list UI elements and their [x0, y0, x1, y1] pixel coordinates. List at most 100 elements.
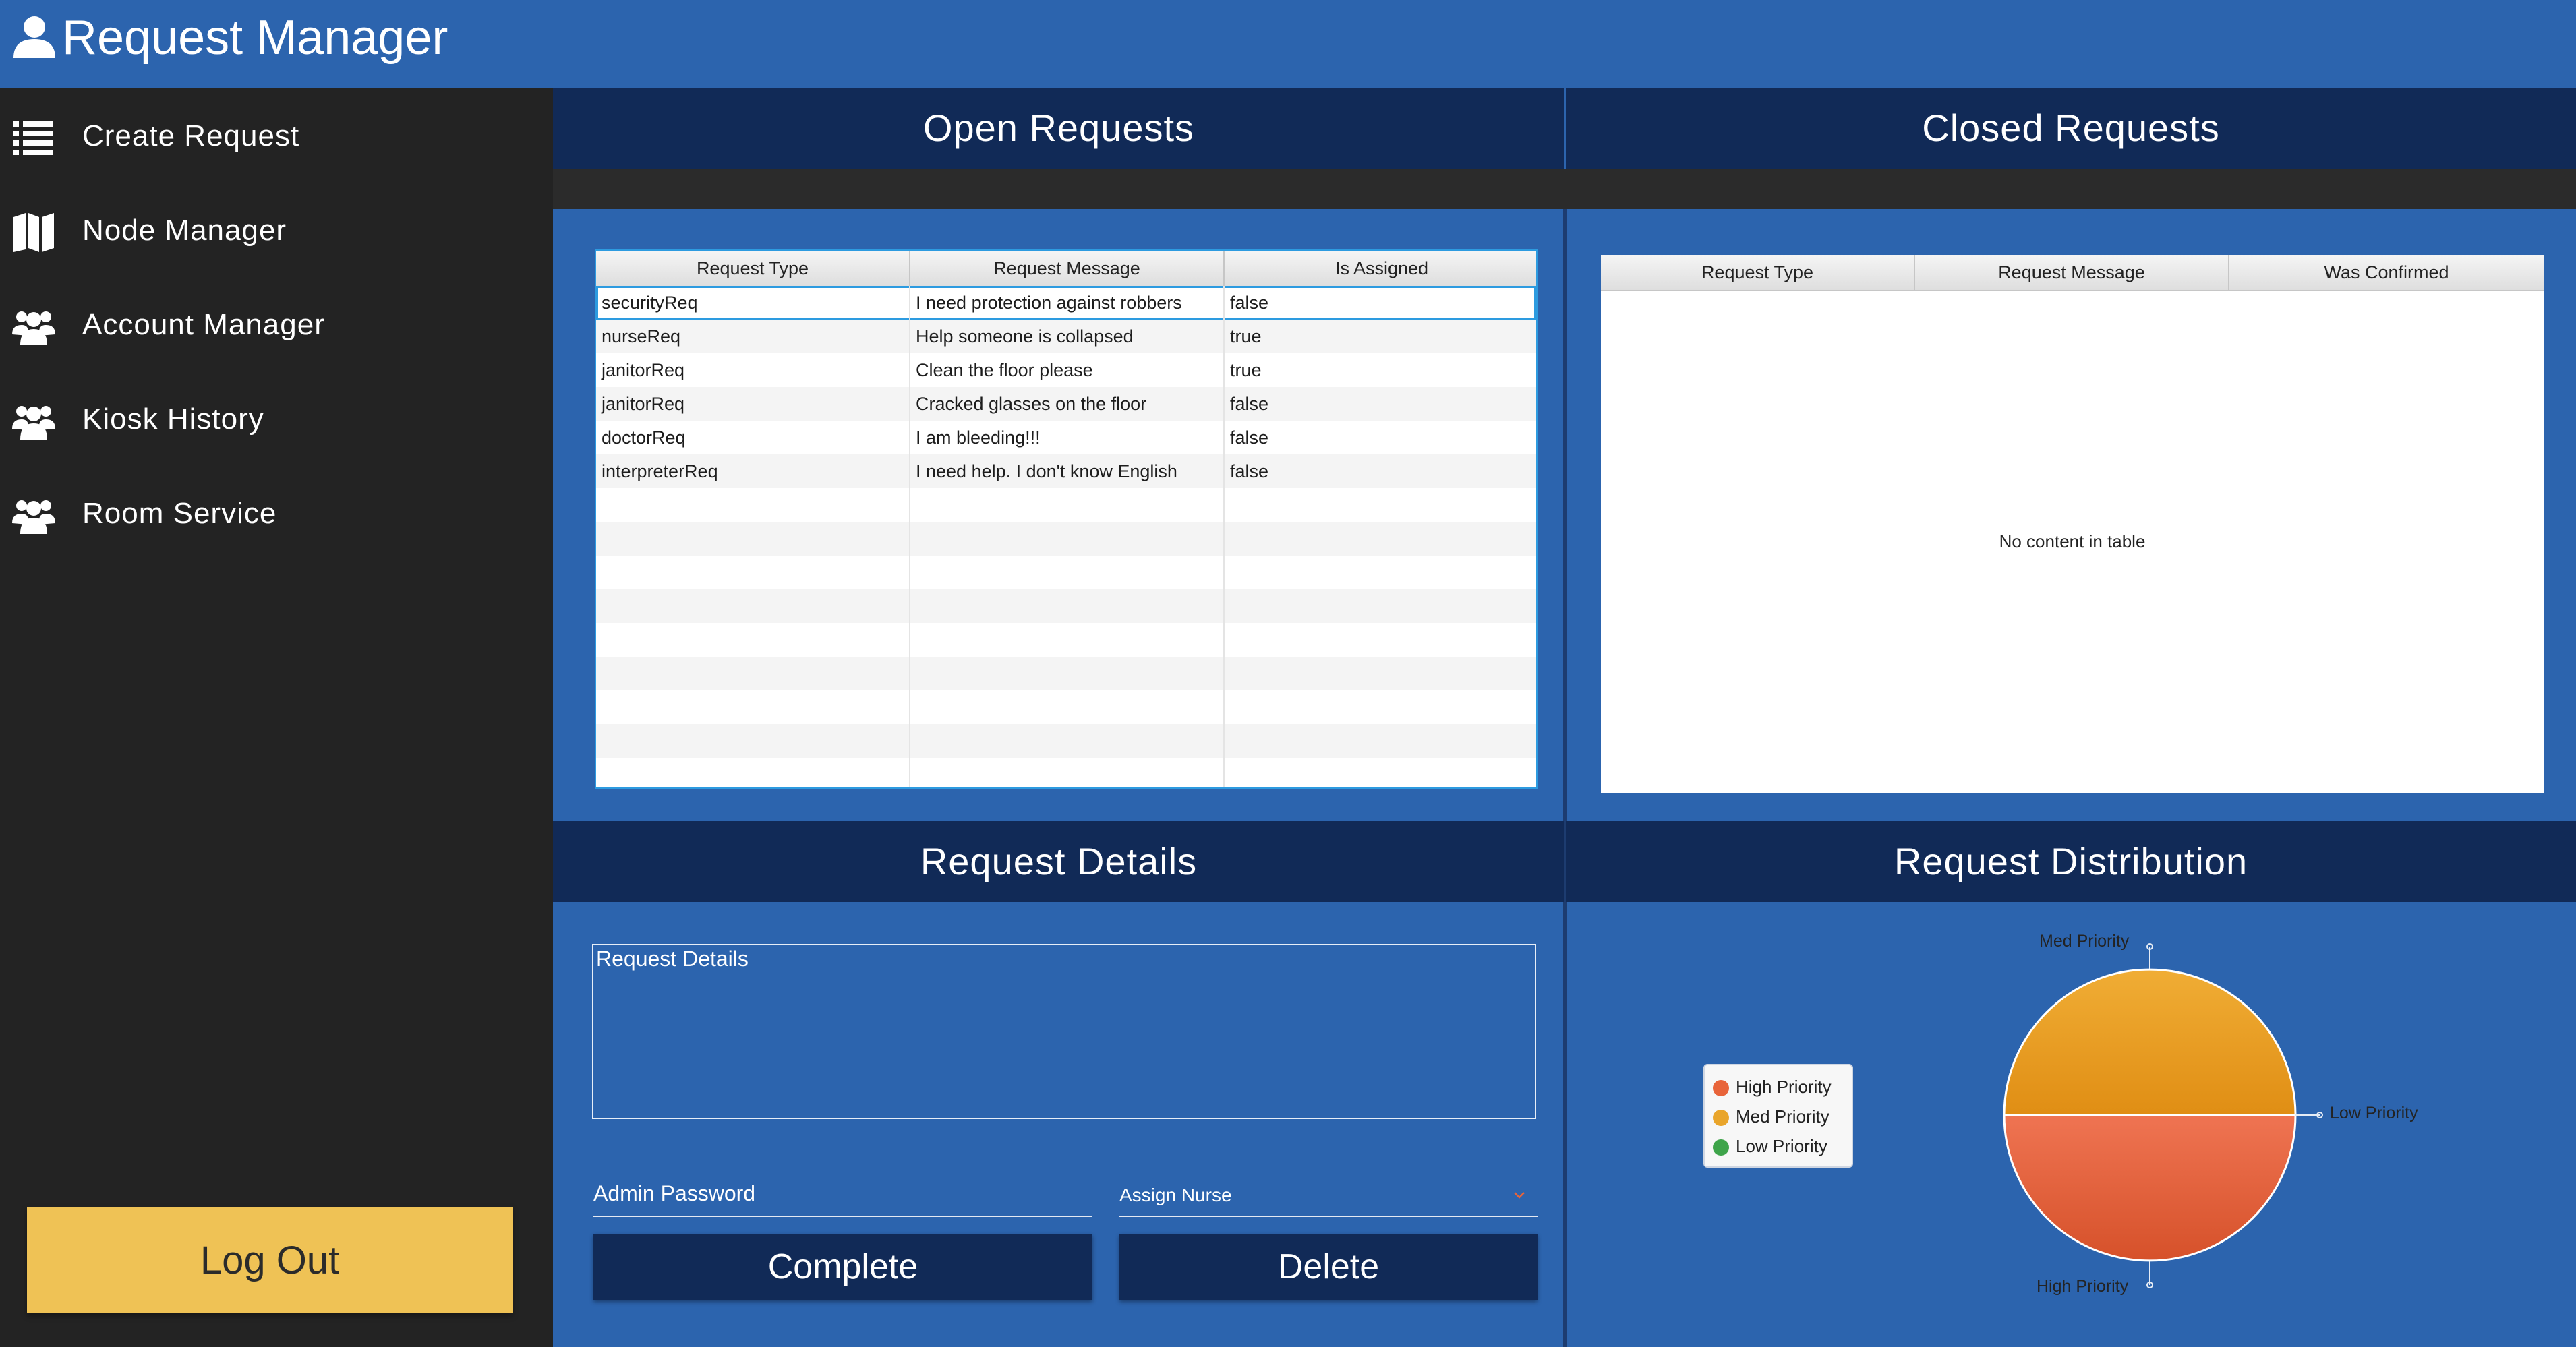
sidebar-item-label: Create Request: [82, 119, 300, 152]
table-cell: [596, 623, 910, 657]
table-cell: [910, 690, 1225, 724]
table-row[interactable]: [596, 623, 1536, 657]
table-cell: [1225, 522, 1536, 556]
pie-slice-high-priority[interactable]: [2003, 1114, 2297, 1262]
delete-button[interactable]: Delete: [1119, 1234, 1538, 1300]
sidebar-item-node-manager[interactable]: Node Manager: [0, 190, 553, 271]
column-header[interactable]: Request Type: [596, 251, 910, 286]
request-details-textarea[interactable]: Request Details: [592, 944, 1536, 1119]
legend-item-low: Low Priority: [1713, 1133, 1827, 1160]
sidebar-item-account-manager[interactable]: Account Manager: [0, 285, 553, 365]
table-row[interactable]: [596, 758, 1536, 787]
table-row[interactable]: [596, 488, 1536, 522]
table-cell: [1225, 623, 1536, 657]
table-cell: [1225, 758, 1536, 787]
table-cell: securityReq: [596, 286, 910, 320]
table-cell: interpreterReq: [596, 454, 910, 488]
table-cell: false: [1230, 427, 1269, 448]
table-cell: Clean the floor please: [910, 353, 1225, 387]
column-header[interactable]: Was Confirmed: [2229, 255, 2544, 290]
sidebar-item-label: Node Manager: [82, 214, 287, 247]
pie-label-low: Low Priority: [2330, 1104, 2418, 1122]
map-icon: [13, 213, 54, 252]
app-header: Request Manager: [0, 0, 2576, 88]
sidebar-item-room-service[interactable]: Room Service: [0, 473, 553, 554]
table-cell: true: [1230, 360, 1262, 380]
table-row[interactable]: securityReq I need protection against rob…: [596, 286, 1536, 320]
field-placeholder: Assign Nurse: [1119, 1185, 1232, 1205]
table-cell: true: [1230, 326, 1262, 347]
table-row[interactable]: [596, 690, 1536, 724]
table-row[interactable]: [596, 556, 1536, 589]
admin-password-field[interactable]: Admin Password: [593, 1170, 1092, 1217]
table-cell: [910, 522, 1225, 556]
column-header[interactable]: Request Type: [1601, 255, 1915, 290]
table-cell: [596, 556, 910, 589]
assign-nurse-select[interactable]: Assign Nurse: [1119, 1170, 1538, 1217]
sidebar-item-create-request[interactable]: Create Request: [0, 96, 553, 177]
table-cell: doctorReq: [596, 421, 910, 454]
chart-legend: High Priority Med Priority Low Priority: [1703, 1064, 1853, 1168]
empty-table-message: No content in table: [1999, 531, 2146, 551]
table-row[interactable]: janitorReq Clean the floor please true: [596, 353, 1536, 387]
user-icon: [13, 16, 55, 58]
table-cell: [596, 724, 910, 758]
legend-swatch: [1713, 1080, 1729, 1097]
sidebar-item-label: Room Service: [82, 497, 277, 530]
table-cell: [910, 657, 1225, 690]
legend-item-med: Med Priority: [1713, 1103, 1829, 1130]
legend-label: Low Priority: [1736, 1136, 1827, 1156]
table-row[interactable]: nurseReq Help someone is collapsed true: [596, 320, 1536, 353]
open-requests-table[interactable]: Request Type Request Message Is Assigned…: [595, 249, 1538, 789]
table-cell: false: [1230, 394, 1269, 414]
complete-button[interactable]: Complete: [593, 1234, 1092, 1300]
users-icon: [12, 500, 55, 534]
pie-label-med: Med Priority: [2039, 932, 2130, 951]
table-cell: janitorReq: [596, 353, 910, 387]
column-header[interactable]: Request Message: [910, 251, 1225, 286]
legend-swatch: [1713, 1139, 1729, 1156]
table-row[interactable]: janitorReq Cracked glasses on the floor fa…: [596, 387, 1536, 421]
column-header[interactable]: Is Assigned: [1225, 251, 1536, 286]
table-cell: janitorReq: [596, 387, 910, 421]
table-row[interactable]: interpreterReq I need help. I don't know …: [596, 454, 1536, 488]
table-cell: Cracked glasses on the floor: [910, 387, 1225, 421]
table-header: Request Type Request Message Was Confirm…: [1601, 255, 2544, 291]
table-cell: I need protection against robbers: [910, 286, 1225, 320]
table-cell: [910, 623, 1225, 657]
users-icon: [12, 406, 55, 440]
column-header[interactable]: Request Message: [1915, 255, 2229, 290]
table-cell: [596, 657, 910, 690]
panel-divider: [553, 169, 2576, 209]
textarea-placeholder: Request Details: [596, 947, 749, 971]
closed-requests-table[interactable]: Request Type Request Message Was Confirm…: [1601, 255, 2544, 793]
table-cell: [910, 589, 1225, 623]
legend-swatch: [1713, 1110, 1729, 1127]
table-cell: [910, 556, 1225, 589]
table-cell: I need help. I don't know English: [910, 454, 1225, 488]
table-cell: [1225, 488, 1536, 522]
legend-label: Med Priority: [1736, 1106, 1829, 1127]
table-row[interactable]: [596, 522, 1536, 556]
open-requests-title: Open Requests: [553, 88, 1564, 169]
table-cell: false: [1230, 461, 1269, 481]
sidebar-item-kiosk-history[interactable]: Kiosk History: [0, 379, 553, 460]
table-row[interactable]: [596, 657, 1536, 690]
field-placeholder: Admin Password: [593, 1181, 756, 1205]
table-cell: [596, 589, 910, 623]
logout-button[interactable]: Log Out: [27, 1207, 513, 1313]
table-row[interactable]: doctorReq I am bleeding!!! false: [596, 421, 1536, 454]
request-distribution-title: Request Distribution: [1566, 821, 2576, 902]
table-cell: [1225, 690, 1536, 724]
table-cell: Help someone is collapsed: [910, 320, 1225, 353]
table-cell: [596, 758, 910, 787]
table-cell: nurseReq: [596, 320, 910, 353]
table-header: Request Type Request Message Is Assigned: [596, 251, 1536, 287]
chevron-down-icon: [1514, 1192, 1525, 1199]
pie-slice-med-priority[interactable]: [2003, 968, 2297, 1116]
sidebar-item-label: Kiosk History: [82, 402, 264, 436]
app-title: Request Manager: [62, 11, 448, 65]
list-icon: [13, 121, 53, 155]
table-row[interactable]: [596, 589, 1536, 623]
table-row[interactable]: [596, 724, 1536, 758]
